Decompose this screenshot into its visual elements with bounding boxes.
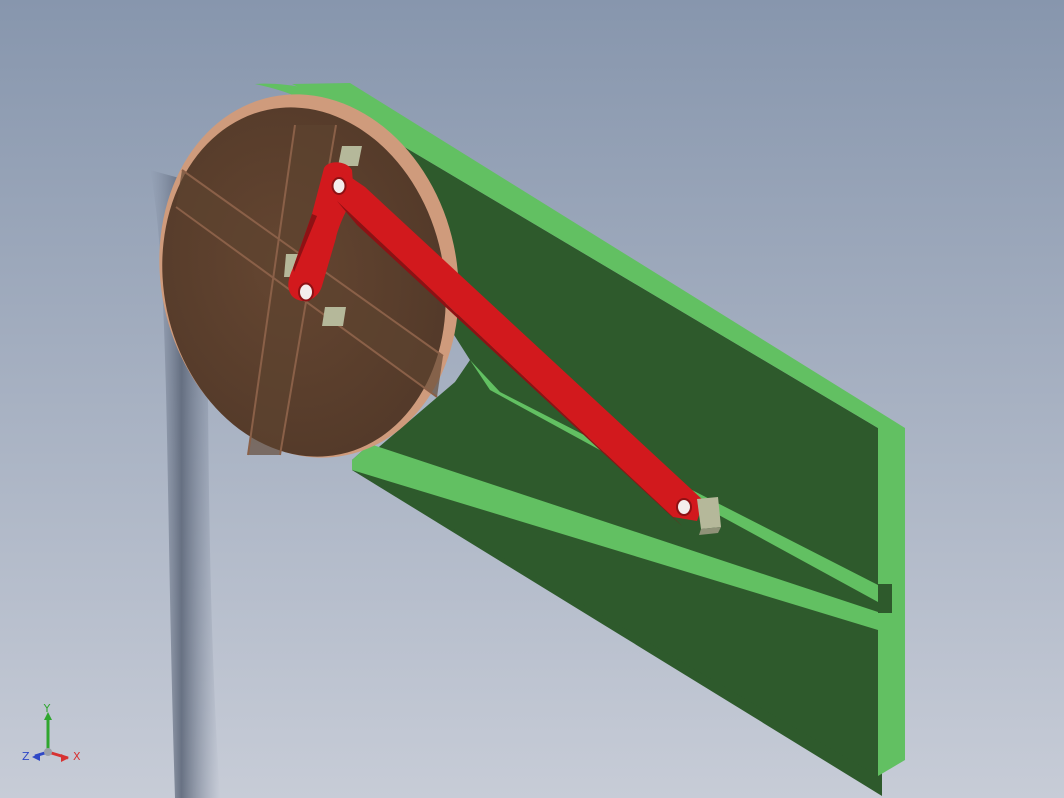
triad-x-label: X [73,750,81,763]
slider-face [697,497,721,529]
disk-slider-block-center [322,307,346,326]
triad-z-label: Z [22,750,30,763]
triad-y-label: Y [43,702,51,715]
cad-model-scene[interactable]: Y X Z [0,0,1064,798]
pin-hole-top [331,177,347,195]
slot-notch [878,584,892,613]
triad-origin [44,748,52,756]
pin-hole-slider [676,498,692,516]
cad-viewport[interactable]: Y X Z [0,0,1064,798]
pin-hole-bottom [298,282,314,302]
